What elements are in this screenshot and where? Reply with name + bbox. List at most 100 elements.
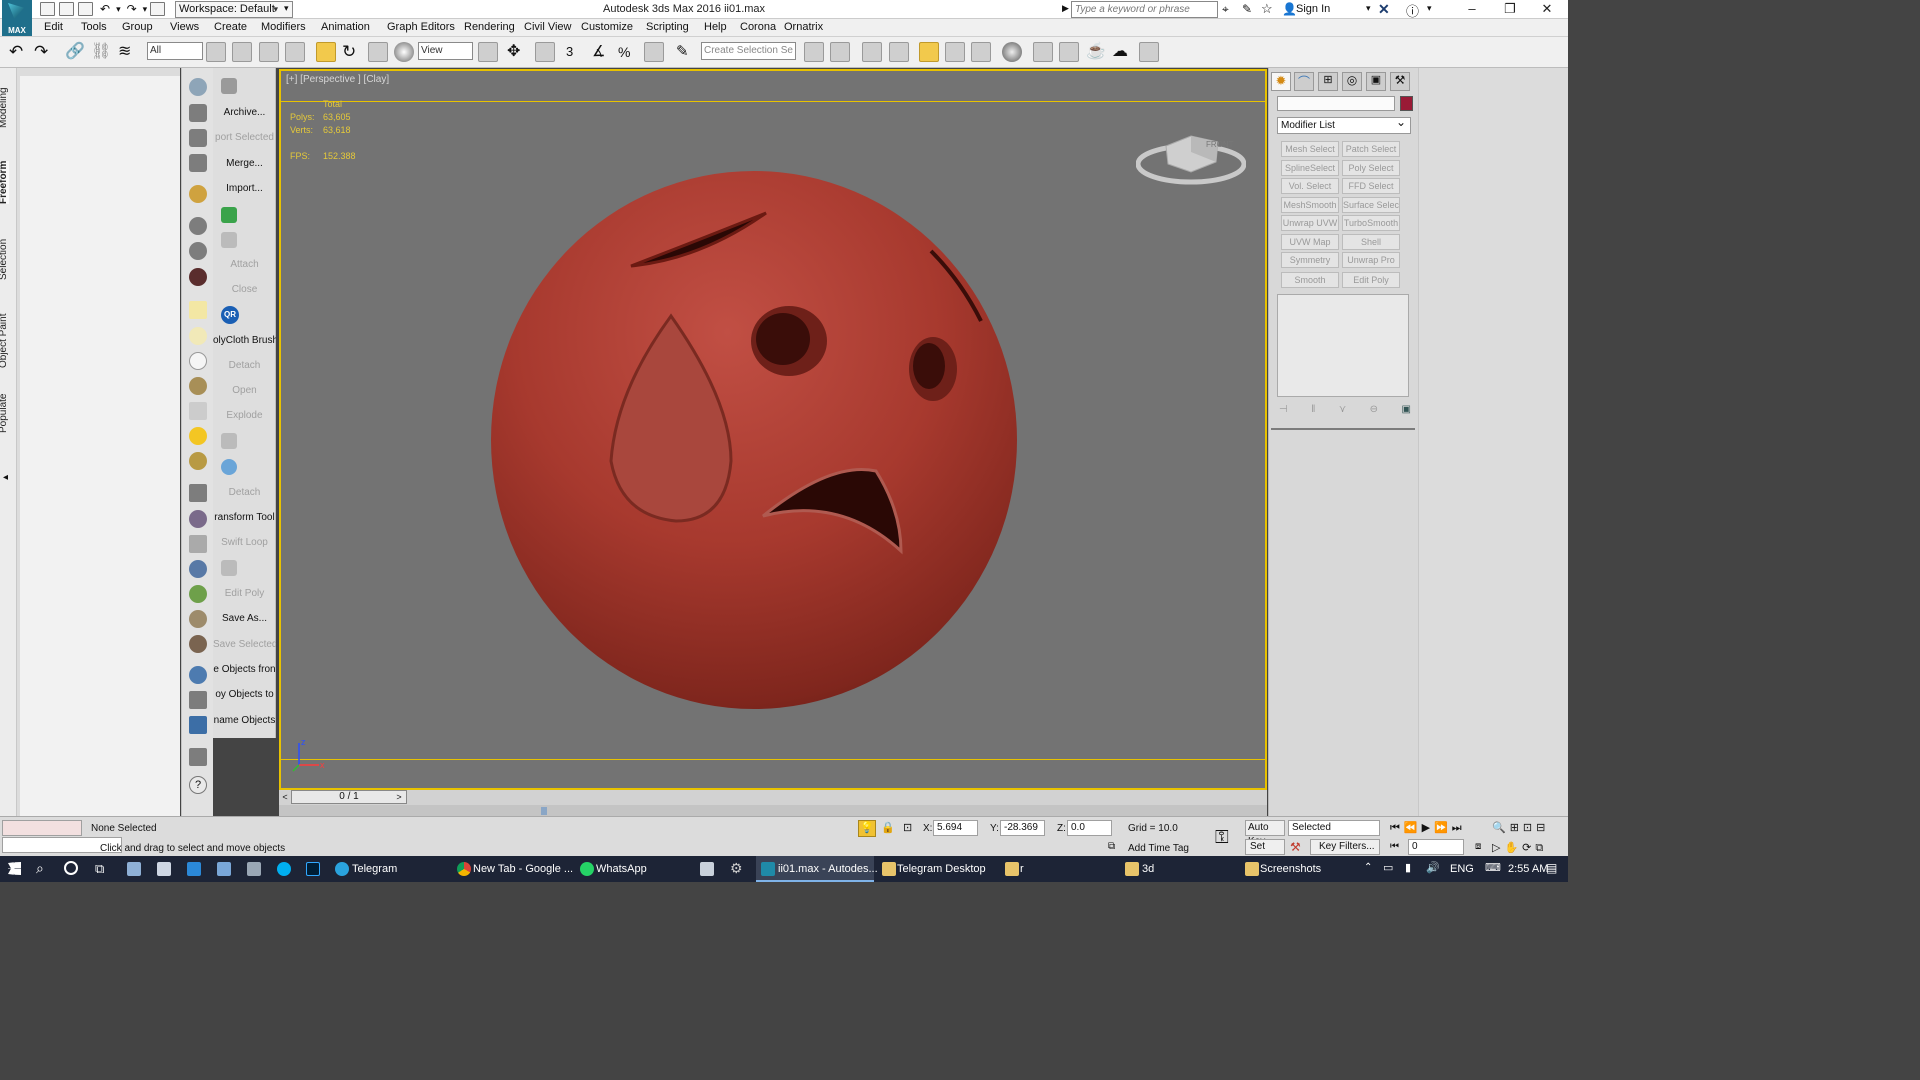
open-button[interactable]: Open [213, 385, 276, 396]
render-iterative-icon[interactable]: ☁ [1112, 42, 1132, 62]
perspective-viewport[interactable]: [+] [Perspective ] [Clay] Total Polys: 6… [279, 69, 1267, 790]
link-icon[interactable]: 🔗 [65, 42, 85, 62]
network-icon[interactable]: ▭ [1383, 861, 1393, 874]
task-view-icon[interactable]: ⧉ [95, 861, 104, 877]
favorites-star-icon[interactable]: ☆ [1261, 1, 1273, 17]
open-file-icon[interactable] [59, 2, 74, 16]
toggle-ribbon-icon[interactable] [889, 42, 909, 62]
menu-graph-editors[interactable]: Graph Editors [387, 21, 455, 33]
taskbar-chrome[interactable]: New Tab - Google ... [453, 856, 573, 882]
exchange-apps-icon[interactable]: ✕ [1378, 1, 1390, 18]
menu-corona[interactable]: Corona [740, 21, 776, 33]
help-question-icon[interactable]: ? [189, 776, 207, 794]
remove-modifier-icon[interactable]: ⊖ [1370, 404, 1378, 415]
pin-stack-icon[interactable]: ⊣ [1279, 404, 1288, 415]
plane-icon[interactable] [189, 301, 207, 319]
ribbon-expand-icon[interactable]: ◂ [3, 472, 8, 483]
archive-button[interactable]: Archive... [213, 107, 276, 118]
detach-button[interactable]: Detach [213, 360, 276, 371]
objects-from-button[interactable]: e Objects fron [213, 664, 276, 675]
ellipse-icon[interactable] [189, 327, 207, 345]
help-icon[interactable]: ⓘ [1406, 1, 1419, 20]
ribbon-tab-populate[interactable]: Populate [0, 394, 9, 433]
bind-space-warp-icon[interactable]: ≋ [118, 42, 138, 62]
taskbar-telegram-desktop[interactable]: Telegram Desktop [879, 856, 997, 882]
desktop-icon[interactable] [217, 862, 231, 876]
workspace-dropdown[interactable]: Workspace: Default [175, 1, 293, 18]
time-next-icon[interactable]: > [393, 790, 405, 804]
zoom-all-icon[interactable]: ⊞ [1510, 822, 1523, 834]
modifier-list-dropdown[interactable]: Modifier List [1277, 115, 1411, 134]
close-window-button[interactable]: ✕ [1537, 1, 1557, 17]
render-in-cloud-icon[interactable] [1139, 42, 1159, 62]
menu-customize[interactable]: Customize [581, 21, 633, 33]
menu-tools[interactable]: Tools [81, 21, 107, 33]
unwrap-pro-button[interactable]: Unwrap Pro [1342, 252, 1400, 268]
track-bar-key-marker[interactable] [541, 807, 547, 815]
snaps-toggle-icon[interactable]: 3 [566, 42, 586, 62]
printer-icon[interactable] [247, 862, 261, 876]
photoshop-icon[interactable] [306, 862, 320, 876]
table-icon[interactable] [189, 154, 207, 172]
transform-tool-button[interactable]: ransform Tool [213, 512, 276, 523]
material-sphere-icon[interactable] [189, 666, 207, 684]
redo-dropdown-icon[interactable]: ▾ [143, 4, 148, 15]
layer-explorer-icon[interactable] [862, 42, 882, 62]
menu-rendering[interactable]: Rendering [464, 21, 515, 33]
rope-icon[interactable] [189, 610, 207, 628]
stack-icon[interactable] [189, 484, 207, 502]
keyboard-icon[interactable]: ⌨ [1485, 861, 1501, 874]
dome-icon[interactable] [189, 377, 207, 395]
settings-gear-icon[interactable]: ⚙ [730, 860, 743, 877]
set-keys-icon[interactable]: ⚒ [1290, 840, 1301, 854]
isolate-selection-icon[interactable]: 💡 [858, 820, 876, 837]
current-frame-field[interactable]: 0 [1408, 839, 1464, 855]
clock-time[interactable]: 2:55 AM [1508, 856, 1548, 882]
percent-snap-icon[interactable]: % [618, 42, 638, 62]
edit-poly-modifier-button[interactable]: Edit Poly [1342, 272, 1400, 288]
search-input[interactable]: Type a keyword or phrase [1071, 1, 1218, 18]
rectangular-selection-icon[interactable] [259, 42, 279, 62]
time-slider[interactable]: 0 / 1 [291, 790, 407, 804]
schematic-view-icon[interactable] [971, 42, 991, 62]
texture-icon[interactable] [189, 635, 207, 653]
track-bar[interactable] [279, 805, 1267, 816]
tab-hierarchy[interactable]: ⊞ [1318, 72, 1338, 91]
set-key-button[interactable]: Set Key [1245, 839, 1285, 866]
gallery-icon[interactable] [700, 862, 714, 876]
bones-icon[interactable] [189, 535, 207, 553]
taskbar-whatsapp[interactable]: WhatsApp [576, 856, 694, 882]
tab-create[interactable]: ✹ [1271, 72, 1291, 91]
select-and-place-icon[interactable] [394, 42, 414, 62]
sun-icon[interactable] [189, 427, 207, 445]
x-coordinate-field[interactable]: 5.694 [933, 820, 978, 836]
unwrap-uvw-button[interactable]: Unwrap UVW [1281, 215, 1339, 231]
green-screen-icon[interactable] [221, 207, 237, 223]
particles-icon[interactable] [221, 459, 237, 475]
menu-scripting[interactable]: Scripting [646, 21, 689, 33]
taskbar-telegram[interactable]: Telegram [330, 856, 448, 882]
window-crossing-icon[interactable] [285, 42, 305, 62]
pose-icon[interactable] [189, 242, 207, 260]
key-filters-button[interactable]: Key Filters... [1310, 839, 1380, 855]
store-icon[interactable] [157, 862, 171, 876]
undo-dropdown-icon[interactable]: ▾ [116, 4, 121, 15]
key-filter-selection-dropdown[interactable]: Selected [1288, 820, 1380, 836]
search-icon[interactable]: ⌕ [36, 860, 44, 877]
menu-edit[interactable]: Edit [44, 21, 63, 33]
show-hidden-icons-icon[interactable]: ⌃ [1364, 862, 1372, 873]
taskbar-screenshots[interactable]: Screenshots [1242, 856, 1360, 882]
mirror-icon[interactable] [804, 42, 824, 62]
menu-civil-view[interactable]: Civil View [524, 21, 571, 33]
save-selected-button[interactable]: Save Selected [213, 639, 276, 650]
detach-elements-button[interactable]: Detach [213, 487, 276, 498]
search-expand-icon[interactable]: ▶ [1062, 3, 1069, 14]
time-configuration-icon[interactable]: ⧈ [1475, 841, 1481, 852]
smooth-button[interactable]: Smooth [1281, 272, 1339, 288]
pan-hand-icon[interactable]: ✋ [1504, 842, 1522, 854]
import-button[interactable]: Import... [213, 183, 276, 194]
unlink-icon[interactable]: ⛓ [91, 42, 111, 62]
mail-icon[interactable] [187, 862, 201, 876]
previous-frame-icon[interactable]: ⏪ [1404, 822, 1422, 834]
menu-create[interactable]: Create [214, 21, 247, 33]
